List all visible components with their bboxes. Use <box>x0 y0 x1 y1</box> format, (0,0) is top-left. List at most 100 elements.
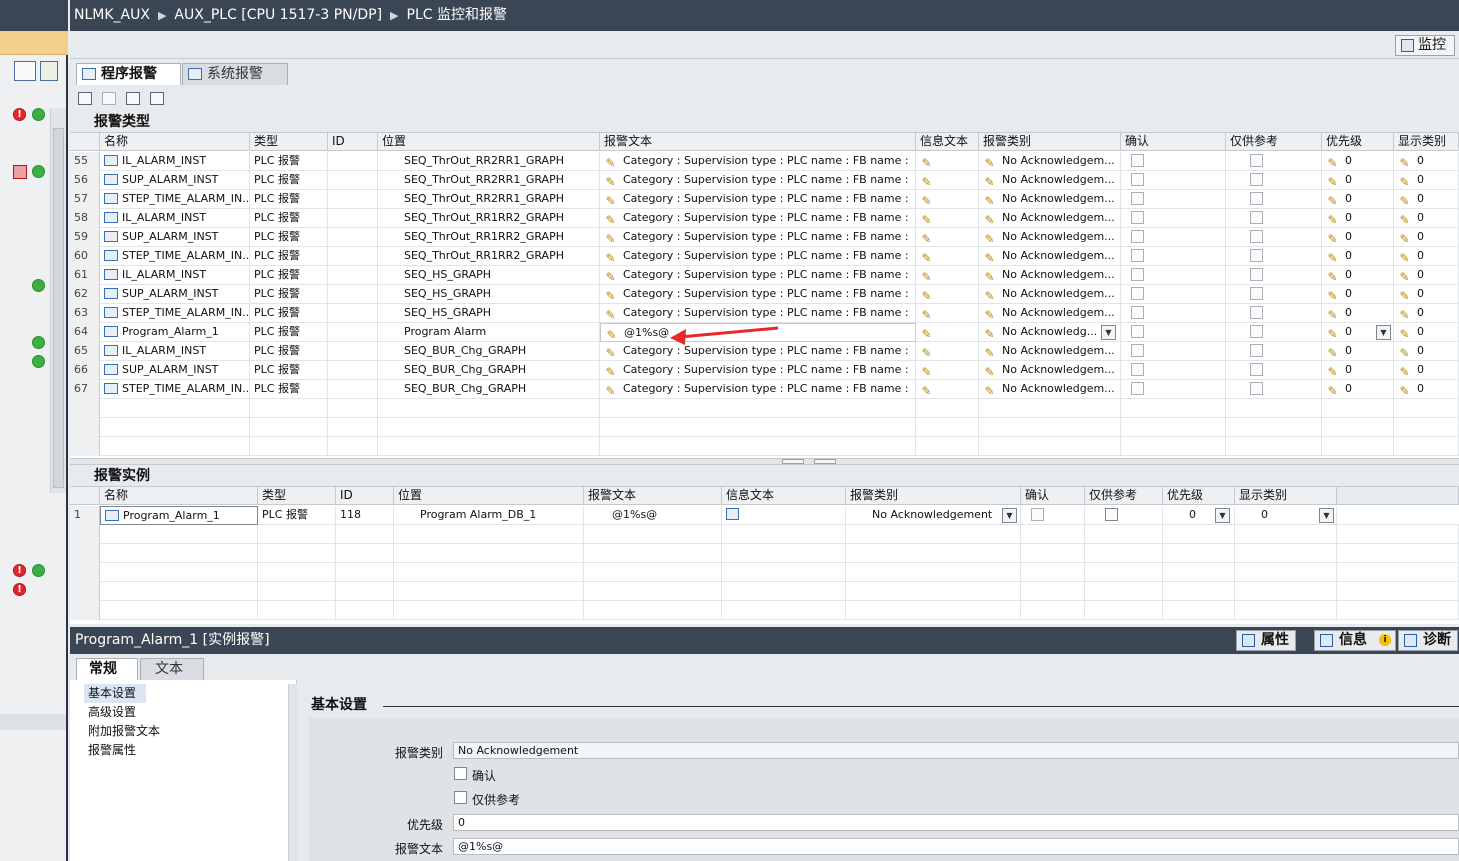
acknowledge-cell[interactable] <box>1121 247 1226 266</box>
acknowledge-cell[interactable] <box>1121 380 1226 399</box>
dropdown-button[interactable]: ▼ <box>1376 325 1391 340</box>
location-cell[interactable]: SEQ_ThrOut_RR1RR2_GRAPH <box>378 209 600 228</box>
tab-general[interactable]: 常规 <box>76 658 138 680</box>
acknowledge-cell[interactable] <box>1121 171 1226 190</box>
acknowledge-cell[interactable] <box>1121 152 1226 171</box>
type-cell[interactable]: PLC 报警 <box>250 152 328 171</box>
acknowledge-cell[interactable] <box>1121 323 1226 342</box>
column-header[interactable]: ID <box>328 133 378 151</box>
priority-cell[interactable]: ✎ 0 <box>1322 228 1394 247</box>
id-cell[interactable] <box>328 266 378 285</box>
table-row[interactable]: 66 SUP_ALARM_INST PLC 报警 SEQ_BUR_Chg_GRAPH ✎… <box>70 361 1459 380</box>
priority-cell[interactable]: 0 ▼ <box>1163 506 1235 525</box>
info-only-cell[interactable] <box>1226 361 1322 380</box>
mail-icon[interactable] <box>102 92 116 105</box>
alarm-class-cell[interactable]: ✎ No Acknowledgem... <box>979 152 1121 171</box>
acknowledge-cell[interactable] <box>1021 506 1085 525</box>
alarm-text-cell[interactable]: ✎ Category : Supervision type : PLC name … <box>600 171 916 190</box>
name-cell[interactable]: SUP_ALARM_INST <box>100 285 250 304</box>
display-class-cell[interactable]: ✎ 0 <box>1394 361 1459 380</box>
id-cell[interactable] <box>328 285 378 304</box>
type-cell[interactable]: PLC 报警 <box>250 266 328 285</box>
priority-cell[interactable]: ✎ 0 <box>1322 247 1394 266</box>
pane-splitter[interactable] <box>70 458 1459 465</box>
alarm-text-cell[interactable]: ✎ Category : Supervision type : PLC name … <box>600 266 916 285</box>
info-text-cell[interactable]: ✎ <box>916 171 979 190</box>
nav-item-attributes[interactable]: 报警属性 <box>70 741 296 760</box>
info-text-cell[interactable] <box>722 506 846 525</box>
location-cell[interactable]: SEQ_BUR_Chg_GRAPH <box>378 361 600 380</box>
column-header[interactable]: 报警文本 <box>584 487 722 505</box>
priority-cell[interactable]: ✎ 0 <box>1322 209 1394 228</box>
numbering-icon[interactable] <box>78 92 92 105</box>
display-class-cell[interactable]: ✎ 0 <box>1394 171 1459 190</box>
acknowledge-checkbox[interactable] <box>1031 508 1044 521</box>
info-only-checkbox[interactable] <box>1250 230 1263 243</box>
alarm-class-cell[interactable]: No Acknowledgement ▼ <box>846 506 1021 525</box>
id-cell[interactable] <box>328 171 378 190</box>
acknowledge-cell[interactable] <box>1121 342 1226 361</box>
location-cell[interactable]: SEQ_ThrOut_RR1RR2_GRAPH <box>378 228 600 247</box>
column-header[interactable]: 名称 <box>100 133 250 151</box>
info-only-checkbox[interactable] <box>1105 508 1118 521</box>
alarm-class-cell[interactable]: ✎ No Acknowledgem... <box>979 228 1121 247</box>
tab-texts[interactable]: 文本 <box>140 658 204 680</box>
acknowledge-checkbox[interactable] <box>1131 230 1144 243</box>
display-class-cell[interactable]: ✎ 0 <box>1394 285 1459 304</box>
location-cell[interactable]: SEQ_ThrOut_RR2RR1_GRAPH <box>378 152 600 171</box>
priority-cell[interactable]: ✎ 0 <box>1322 342 1394 361</box>
location-cell[interactable]: SEQ_BUR_Chg_GRAPH <box>378 380 600 399</box>
id-cell[interactable] <box>328 152 378 171</box>
nav-item-additional-texts[interactable]: 附加报警文本 <box>70 722 296 741</box>
info-text-cell[interactable]: ✎ <box>916 361 979 380</box>
display-class-cell[interactable]: ✎ 0 <box>1394 152 1459 171</box>
export-icon[interactable] <box>40 61 58 81</box>
info-only-cell[interactable] <box>1226 171 1322 190</box>
nav-item-advanced[interactable]: 高级设置 <box>70 703 296 722</box>
acknowledge-checkbox[interactable] <box>1131 211 1144 224</box>
info-only-cell[interactable] <box>1085 506 1163 525</box>
column-header[interactable]: 位置 <box>394 487 584 505</box>
display-class-cell[interactable]: ✎ 0 <box>1394 323 1459 342</box>
alarm-text-cell[interactable]: ✎ Category : Supervision type : PLC name … <box>600 304 916 323</box>
info-text-cell[interactable]: ✎ <box>916 209 979 228</box>
alarm-text-cell[interactable]: ✎ Category : Supervision type : PLC name … <box>600 285 916 304</box>
acknowledge-checkbox[interactable] <box>1131 363 1144 376</box>
type-cell[interactable]: PLC 报警 <box>250 228 328 247</box>
dropdown-button[interactable]: ▼ <box>1319 508 1334 523</box>
alarm-text-cell[interactable]: ✎ Category : Supervision type : PLC name … <box>600 228 916 247</box>
column-header[interactable]: 信息文本 <box>916 133 979 151</box>
info-text-cell[interactable]: ✎ <box>916 304 979 323</box>
info-only-checkbox[interactable] <box>1250 268 1263 281</box>
table-row[interactable]: 56 SUP_ALARM_INST PLC 报警 SEQ_ThrOut_RR2RR1_… <box>70 171 1459 190</box>
name-cell[interactable]: STEP_TIME_ALARM_IN... <box>100 304 250 323</box>
info-text-cell[interactable]: ✎ <box>916 323 979 342</box>
dropdown-button[interactable]: ▼ <box>1002 508 1017 523</box>
id-cell[interactable] <box>328 228 378 247</box>
import-icon[interactable] <box>150 92 164 105</box>
column-header[interactable]: 名称 <box>100 487 258 505</box>
acknowledge-checkbox[interactable] <box>1131 382 1144 395</box>
type-cell[interactable]: PLC 报警 <box>250 247 328 266</box>
tab-program-alarms[interactable]: 程序报警 <box>76 63 181 85</box>
table-row[interactable]: 57 STEP_TIME_ALARM_IN... PLC 报警 SEQ_ThrOut_… <box>70 190 1459 209</box>
acknowledge-cell[interactable] <box>1121 304 1226 323</box>
id-cell[interactable] <box>328 304 378 323</box>
info-only-cell[interactable] <box>1226 209 1322 228</box>
acknowledge-checkbox[interactable] <box>1131 325 1144 338</box>
name-cell[interactable]: STEP_TIME_ALARM_IN... <box>100 247 250 266</box>
info-only-cell[interactable] <box>1226 342 1322 361</box>
id-cell[interactable] <box>328 209 378 228</box>
alarm-class-cell[interactable]: ✎ No Acknowledgem... <box>979 209 1121 228</box>
acknowledge-cell[interactable] <box>1121 190 1226 209</box>
info-only-checkbox[interactable] <box>1250 363 1263 376</box>
acknowledge-checkbox[interactable] <box>1131 154 1144 167</box>
info-only-checkbox[interactable] <box>1250 344 1263 357</box>
info-only-checkbox[interactable] <box>1250 325 1263 338</box>
alarm-text-cell[interactable]: ✎ Category : Supervision type : PLC name … <box>600 247 916 266</box>
acknowledge-checkbox[interactable] <box>1131 287 1144 300</box>
id-cell[interactable] <box>328 323 378 342</box>
alarm-class-cell[interactable]: ✎ No Acknowledgem... <box>979 361 1121 380</box>
id-cell[interactable] <box>328 247 378 266</box>
table-row[interactable]: 62 SUP_ALARM_INST PLC 报警 SEQ_HS_GRAPH ✎ Categ… <box>70 285 1459 304</box>
